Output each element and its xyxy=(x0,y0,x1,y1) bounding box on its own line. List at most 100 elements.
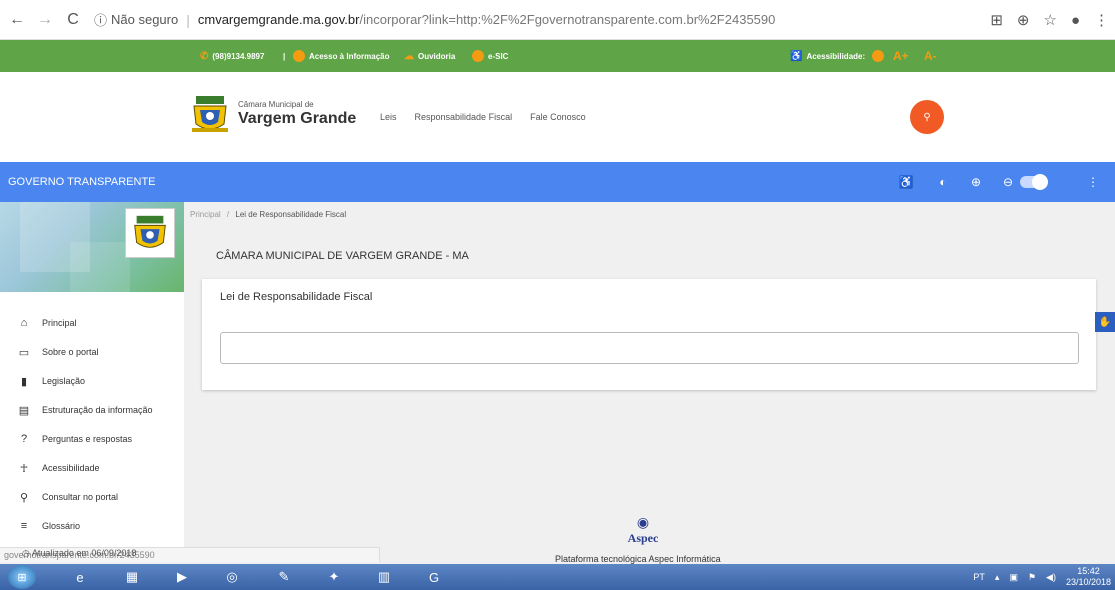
sidebar-item-label: Perguntas e respostas xyxy=(42,434,133,444)
card-title: Lei de Responsabilidade Fiscal xyxy=(220,291,373,303)
sign-language-icon[interactable]: ✋ xyxy=(1095,312,1115,332)
breadcrumb-current: Lei de Responsabilidade Fiscal xyxy=(235,210,347,219)
app-icon[interactable]: ✦ xyxy=(312,566,356,588)
font-decrease-button[interactable]: A- xyxy=(924,40,937,72)
clock-date: 23/10/2018 xyxy=(1065,577,1111,587)
reload-icon[interactable]: C xyxy=(62,9,84,31)
font-increase-label: A+ xyxy=(893,49,909,63)
volume-icon[interactable]: ◀) xyxy=(1046,572,1056,583)
flag-icon[interactable]: ⚑ xyxy=(1028,572,1036,583)
chrome-icon[interactable]: ◎ xyxy=(210,566,254,588)
back-arrow-icon[interactable]: ← xyxy=(6,9,28,31)
zoom-in-icon[interactable]: ⊕ xyxy=(968,174,984,190)
spreadsheet-icon[interactable]: ▥ xyxy=(362,566,406,588)
translate-icon[interactable]: ⊞ xyxy=(990,11,1003,29)
phone-icon: ✆ xyxy=(200,50,209,62)
forward-arrow-icon[interactable]: → xyxy=(34,9,56,31)
ouvidoria-link[interactable]: ☁ Ouvidoria xyxy=(404,40,455,72)
esic-link[interactable]: e-SIC xyxy=(472,40,508,72)
tray-arrow-icon[interactable]: ▴ xyxy=(995,572,1000,583)
sidebar-item-label: Legislação xyxy=(42,376,86,386)
sidebar-item-label: Sobre o portal xyxy=(42,347,99,357)
question-icon: ? xyxy=(20,433,28,445)
list-icon: ≡ xyxy=(20,520,28,532)
contrast-icon[interactable]: ◐ xyxy=(935,174,951,190)
nav-item-fale-conosco[interactable]: Fale Conosco xyxy=(530,112,586,122)
page-title: CÂMARA MUNICIPAL DE VARGEM GRANDE - MA xyxy=(216,250,469,262)
url-separator: | xyxy=(186,11,190,28)
clock-time: 15:42 xyxy=(1077,566,1100,576)
sidebar-item-label: Glossário xyxy=(42,521,81,531)
brand-title[interactable]: Vargem Grande xyxy=(238,110,356,128)
sidebar-banner xyxy=(0,202,184,292)
banner-shape xyxy=(70,242,130,292)
nav-item-responsabilidade-fiscal[interactable]: Responsabilidade Fiscal xyxy=(415,112,513,122)
app-g-icon[interactable]: G xyxy=(412,566,456,588)
access-info-link[interactable]: Acesso à Informação xyxy=(293,40,389,72)
nav-item-leis[interactable]: Leis xyxy=(380,112,397,122)
portal-toolbar: GOVERNO TRANSPARENTE ♿ ◐ ⊕ ⊖ ⋮ xyxy=(0,162,1115,202)
accessibility-icon[interactable]: ♿ xyxy=(898,174,914,190)
aspec-logo[interactable]: ◉ Aspec xyxy=(623,514,663,545)
paint-icon[interactable]: ✎ xyxy=(262,566,306,588)
breadcrumb-separator: / xyxy=(226,210,230,219)
sidebar-item-acessibilidade[interactable]: ☥ Acessibilidade xyxy=(18,458,100,478)
esic-dot-icon xyxy=(472,50,484,62)
chat-icon: ☁ xyxy=(404,50,414,62)
wheelchair-icon: ♿ xyxy=(790,50,803,62)
contrast-button[interactable] xyxy=(872,40,884,72)
ie-icon[interactable]: e xyxy=(58,566,102,588)
clock[interactable]: 15:42 23/10/2018 xyxy=(1066,566,1111,588)
language-indicator[interactable]: PT xyxy=(973,572,985,582)
font-increase-button[interactable]: A+ xyxy=(893,40,909,72)
home-icon: ⌂ xyxy=(20,317,28,329)
address-bar[interactable]: cmvargemgrande.ma.gov.br/incorporar?link… xyxy=(198,12,775,27)
portal-title[interactable]: GOVERNO TRANSPARENTE xyxy=(8,176,156,188)
theme-toggle[interactable] xyxy=(1020,174,1048,190)
breadcrumb: Principal / Lei de Responsabilidade Fisc… xyxy=(190,210,346,219)
accessibility-label: Acessibilidade: xyxy=(806,51,866,61)
platform-credit: Plataforma tecnológica Aspec Informática xyxy=(555,554,721,564)
info-icon[interactable]: ⓘ xyxy=(94,10,107,29)
media-player-icon[interactable]: ▶ xyxy=(160,566,204,588)
structure-icon: ▤ xyxy=(18,404,30,417)
accessibility-group: ♿ Acessibilidade: xyxy=(790,40,865,72)
star-icon[interactable]: ☆ xyxy=(1043,11,1056,29)
sidebar-item-glossario[interactable]: ≡ Glossário xyxy=(18,516,80,536)
sidebar-item-consultar[interactable]: ⚲ Consultar no portal xyxy=(18,487,118,507)
insecure-label: Não seguro xyxy=(111,12,179,27)
last-updated: ◷ Atualizado em 06/09/2018 xyxy=(22,548,136,559)
browser-toolbar: ← → C ⓘ Não seguro | cmvargemgrande.ma.g… xyxy=(0,0,1115,40)
access-info-label: Acesso à Informação xyxy=(309,51,390,61)
network-icon[interactable]: ▣ xyxy=(1009,572,1018,583)
utility-bar: ✆ (98)9134.9897 | Acesso à Informação ☁ … xyxy=(0,40,1115,72)
sidebar-item-estruturacao[interactable]: ▤ Estruturação da informação xyxy=(18,400,153,420)
sidebar-item-principal[interactable]: ⌂ Principal xyxy=(18,313,77,333)
search-button[interactable]: ⚲ xyxy=(910,100,944,134)
menu-dots-icon[interactable]: ⋮ xyxy=(1094,11,1109,29)
phone-link[interactable]: ✆ (98)9134.9897 xyxy=(200,40,264,72)
start-button[interactable]: ⊞ xyxy=(8,565,36,589)
toggle-knob xyxy=(1032,174,1048,190)
sidebar-item-label: Principal xyxy=(42,318,77,328)
sidebar-item-perguntas[interactable]: ? Perguntas e respostas xyxy=(18,429,132,449)
content-card: Lei de Responsabilidade Fiscal xyxy=(202,279,1096,390)
account-icon[interactable]: ● xyxy=(1071,12,1080,29)
phone-number: (98)9134.9897 xyxy=(212,51,265,61)
zoom-icon[interactable]: ⊕ xyxy=(1017,11,1030,29)
breadcrumb-root[interactable]: Principal xyxy=(190,210,221,219)
brand-subtitle: Câmara Municipal de xyxy=(238,100,314,109)
explorer-icon[interactable]: ▦ xyxy=(110,566,154,588)
zoom-out-icon[interactable]: ⊖ xyxy=(1000,174,1016,190)
sidebar-item-sobre[interactable]: ▭ Sobre o portal xyxy=(18,342,99,362)
sidebar-item-label: Estruturação da informação xyxy=(42,405,153,415)
sidebar: ⌂ Principal ▭ Sobre o portal ▮ Legislaçã… xyxy=(0,202,184,562)
sidebar-item-legislacao[interactable]: ▮ Legislação xyxy=(18,371,85,391)
accessibility-icon: ☥ xyxy=(19,462,29,475)
more-options-icon[interactable]: ⋮ xyxy=(1085,174,1101,190)
coat-of-arms-logo[interactable] xyxy=(188,92,232,136)
esic-label: e-SIC xyxy=(488,51,509,61)
last-updated-label: Atualizado em 06/09/2018 xyxy=(31,548,137,558)
embedded-content-field[interactable] xyxy=(220,332,1079,364)
sidebar-item-label: Acessibilidade xyxy=(42,463,100,473)
